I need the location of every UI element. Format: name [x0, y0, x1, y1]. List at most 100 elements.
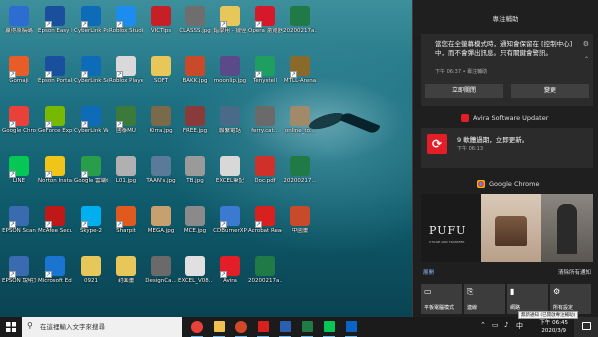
- taskbar-app-excel[interactable]: [298, 319, 316, 337]
- desktop-icon[interactable]: TAAN's.jpg: [144, 152, 178, 202]
- desktop-icon[interactable]: 聯繫電話: [213, 102, 247, 152]
- expand-link[interactable]: 展開: [423, 268, 434, 276]
- desktop-icon[interactable]: L01.jpg: [109, 152, 143, 202]
- shortcut-arrow-icon: ↗: [116, 221, 123, 228]
- clear-all-notifications-link[interactable]: 清除所有通知: [558, 268, 591, 276]
- desktop-icon-label: CDBurnerXP: [213, 228, 247, 234]
- desktop-icon[interactable]: ↗EPSON 說明文件: [2, 252, 36, 302]
- desktop-icon[interactable]: ↗ 國泰MU: [109, 102, 143, 152]
- desktop-icon[interactable]: CLASSS.jpg: [178, 2, 212, 52]
- desktop-icon[interactable]: Doc.pdf: [248, 152, 282, 202]
- change-button[interactable]: 變更: [511, 84, 589, 98]
- desktop-icon[interactable]: ↗ Roblox Studio: [109, 2, 143, 52]
- turn-off-now-button[interactable]: 立即關閉: [425, 84, 503, 98]
- desktop-icon[interactable]: ↗ Skype-2: [74, 202, 108, 252]
- desktop-icon[interactable]: ↗ CDBurnerXP: [213, 202, 247, 252]
- desktop-icon[interactable]: ↗ Sharpit: [109, 202, 143, 252]
- desktop-icon[interactable]: ↗Norton Installation: [38, 152, 72, 202]
- action-center-header: 專注輔助: [492, 15, 519, 23]
- desktop-icon[interactable]: ↗ Avira: [213, 252, 247, 302]
- taskbar-app-chrome[interactable]: [188, 319, 206, 337]
- desktop-icon[interactable]: 0921: [74, 252, 108, 302]
- desktop-icon-label: 錯學用 - 捷徑: [213, 28, 247, 34]
- search-input[interactable]: [40, 321, 178, 333]
- quick-action-all-settings[interactable]: ⚙ 所有設定: [550, 284, 591, 314]
- desktop-icon[interactable]: Kirra.jpg: [144, 102, 178, 152]
- volume-icon[interactable]: ♪: [504, 321, 508, 329]
- taskbar-app-file-explorer[interactable]: [210, 319, 228, 337]
- taskbar-search[interactable]: ⚲: [22, 317, 182, 337]
- desktop-icon[interactable]: ↗ Opera 瀏覽器: [248, 2, 282, 52]
- quick-action-tablet-mode[interactable]: ▭ 平板電腦模式: [421, 284, 462, 314]
- shortcut-arrow-icon: ↗: [220, 221, 227, 228]
- desktop-icon[interactable]: ↗ Gomaji: [2, 52, 36, 102]
- model-figure: [557, 204, 577, 254]
- gear-icon[interactable]: ⚙: [583, 40, 589, 48]
- app-icon: ↗: [9, 156, 29, 178]
- desktop-icon[interactable]: BAKK.jpg: [178, 52, 212, 102]
- desktop-icon[interactable]: 中國畫: [283, 202, 317, 252]
- desktop-icon[interactable]: ↗Acrobat Reader DC: [248, 202, 282, 252]
- desktop-icon[interactable]: ↗CyberLink Screen Re...: [74, 52, 108, 102]
- app-icon: [255, 156, 275, 176]
- desktop-icon[interactable]: ↗GeForce Experience: [38, 102, 72, 152]
- desktop-icon[interactable]: ↗Google 雲端硬碟: [74, 152, 108, 202]
- quick-actions: ▭ 平板電腦模式 ⎘ 連線 ▮ 網路 ⚙ 所有設定: [421, 284, 593, 314]
- app-icon: [151, 6, 171, 26]
- focus-assist-message: 當您在全螢幕模式時，通知會保留在 [控制中心] 中，而不會彈出訊息。只有關鍵會警…: [435, 40, 573, 57]
- desktop-icon[interactable]: ferry.cat...: [248, 102, 282, 152]
- clock-time: 下午 06:45: [539, 320, 568, 326]
- desktop-icon[interactable]: MEGA.jpg: [144, 202, 178, 252]
- desktop-icon[interactable]: EXCEL筆記: [213, 152, 247, 202]
- app-icon: [151, 56, 171, 76]
- chevron-up-icon[interactable]: ⌃: [480, 321, 486, 329]
- desktop-icon[interactable]: DesignCa...: [144, 252, 178, 302]
- action-center-button[interactable]: [574, 317, 598, 337]
- ime-indicator[interactable]: 中: [516, 321, 523, 331]
- desktop-icon[interactable]: ↗ MTLL-Arena: [283, 52, 317, 102]
- taskbar-app-outlook[interactable]: [342, 319, 360, 337]
- desktop-icon[interactable]: ↗ Roblox Player: [109, 52, 143, 102]
- desktop-icon-label: Opera 瀏覽器: [248, 28, 282, 34]
- desktop-icon[interactable]: ↗ 錯學用 - 捷徑: [213, 2, 247, 52]
- desktop-icon[interactable]: ↗Epson Easy Photo Print: [38, 2, 72, 52]
- app-icon: [185, 206, 205, 226]
- desktop-icon[interactable]: 20200217a...: [248, 252, 282, 302]
- desktop-icon[interactable]: ↗CyberLink WaveEdit...: [74, 102, 108, 152]
- desktop-icon[interactable]: ↗ EPSON Scan: [2, 202, 36, 252]
- desktop-icon[interactable]: ↗Microsoft Edge: [38, 252, 72, 302]
- taskbar-clock[interactable]: 下午 06:45 2020/3/9: [539, 319, 568, 335]
- quick-action-connect[interactable]: ⎘ 連線: [464, 284, 505, 314]
- app-icon: ↗: [45, 256, 65, 278]
- avira-notification[interactable]: ⟳ 9 軟體過期，立即更新。 下午 06:13: [421, 128, 593, 168]
- desktop-icon[interactable]: 封面畫: [109, 252, 143, 302]
- desktop-icon[interactable]: TB.jpg: [178, 152, 212, 202]
- desktop-icon[interactable]: 贏得原稿碼: [2, 2, 36, 52]
- network-icon[interactable]: ▭: [492, 321, 499, 329]
- desktop-icon[interactable]: ↗ Epson Portal: [38, 52, 72, 102]
- desktop-icon[interactable]: SOFT: [144, 52, 178, 102]
- desktop-icon[interactable]: ↗ Tenystell: [248, 52, 282, 102]
- desktop-icon[interactable]: moonlip.jpg: [213, 52, 247, 102]
- desktop-icon-label: Norton Installation: [38, 178, 72, 184]
- desktop-icon[interactable]: 20200217a...: [283, 2, 317, 52]
- desktop-icon[interactable]: ↗ LINE: [2, 152, 36, 202]
- chevron-up-icon[interactable]: ⌃: [584, 56, 589, 63]
- chrome-notification[interactable]: PUFU UTILISE AND TRANSFER: [421, 194, 593, 262]
- focus-assist-notification[interactable]: 當您在全螢幕模式時，通知會保留在 [控制中心] 中，而不會彈出訊息。只有關鍵會警…: [421, 34, 593, 106]
- desktop-icon[interactable]: online_to...: [283, 102, 317, 152]
- desktop-icon[interactable]: FREE.jpg: [178, 102, 212, 152]
- desktop-icon[interactable]: VICTips: [144, 2, 178, 52]
- desktop-icon[interactable]: 20200217...: [283, 152, 317, 202]
- desktop-icon[interactable]: EXCEL_V08...: [178, 252, 212, 302]
- desktop-icon[interactable]: MCE.jpg: [178, 202, 212, 252]
- start-button[interactable]: [0, 317, 22, 337]
- desktop-icon[interactable]: ↗McAfee Security...: [38, 202, 72, 252]
- taskbar-app-line[interactable]: [320, 319, 338, 337]
- taskbar-app-acrobat[interactable]: [254, 319, 272, 337]
- taskbar-app-powerpoint[interactable]: [232, 319, 250, 337]
- desktop-icon[interactable]: ↗CyberLink PowerDir...: [74, 2, 108, 52]
- quick-action-network[interactable]: ▮ 網路: [507, 284, 548, 314]
- desktop-icon[interactable]: ↗Google Chrome: [2, 102, 36, 152]
- taskbar-app-word[interactable]: [276, 319, 294, 337]
